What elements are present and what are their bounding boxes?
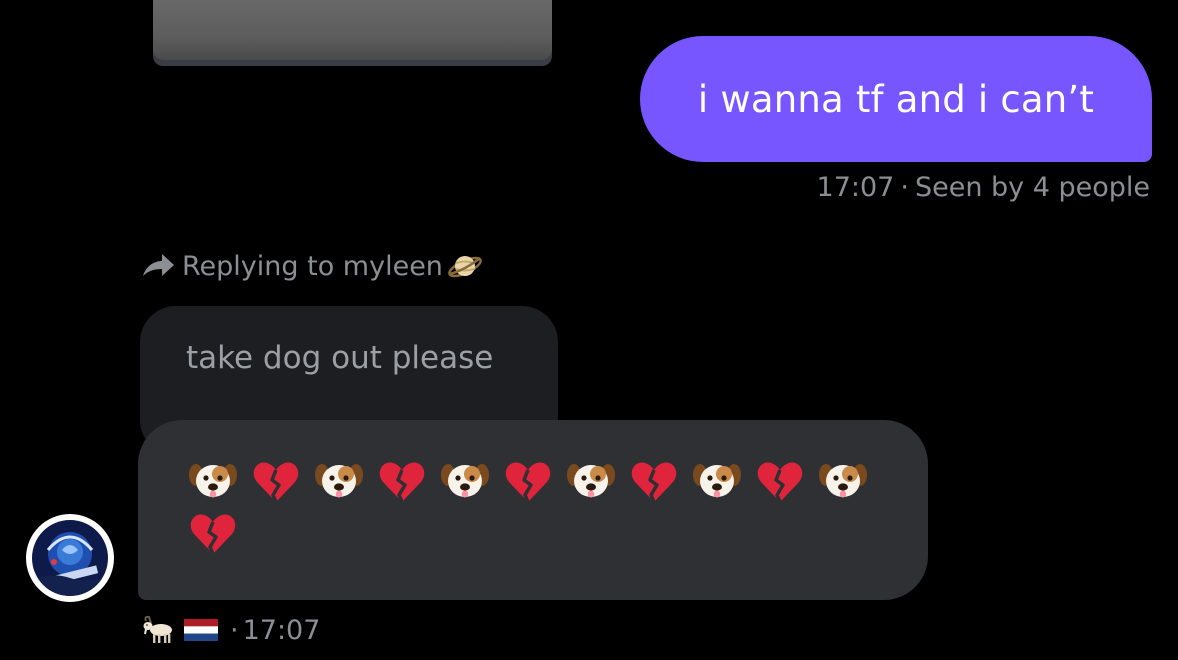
broken-heart-icon (188, 508, 251, 558)
broken-heart-icon (377, 456, 440, 506)
reply-indicator[interactable]: Replying to myleen (140, 246, 483, 286)
meta-separator: · (230, 614, 239, 646)
netherlands-flag-icon (184, 619, 218, 641)
broken-heart-icon (755, 456, 818, 506)
quoted-message-text: take dog out please (186, 340, 494, 376)
sent-message-text: i wanna tf and i can’t (697, 77, 1095, 121)
planet-icon (448, 256, 482, 278)
meta-separator: · (900, 172, 909, 203)
broken-heart-icon (629, 456, 692, 506)
media-attachment[interactable] (153, 0, 552, 60)
broken-heart-icon (251, 456, 314, 506)
goat-icon (143, 615, 172, 643)
sent-message-time: 17:07 (816, 172, 895, 203)
sent-message-meta: 17:07 · Seen by 4 people (817, 172, 1150, 203)
dog-face-icon (188, 456, 251, 506)
dog-face-icon (440, 456, 503, 506)
received-message-bubble[interactable] (138, 420, 928, 600)
avatar[interactable] (26, 514, 114, 602)
reply-label: Replying to myleen (182, 250, 443, 282)
emoji-message-content (188, 456, 888, 558)
broken-heart-icon (503, 456, 566, 506)
dog-face-icon (314, 456, 377, 506)
reply-arrow-icon (143, 254, 174, 276)
sent-message-bubble[interactable]: i wanna tf and i can’t (640, 36, 1152, 162)
seen-status[interactable]: Seen by 4 people (915, 172, 1150, 203)
received-message-time: 17:07 (242, 614, 321, 646)
dog-face-icon (818, 456, 881, 506)
received-message-meta: · 17:07 (140, 610, 320, 650)
dog-face-icon (566, 456, 629, 506)
avatar-image (32, 520, 108, 596)
dog-face-icon (692, 456, 755, 506)
